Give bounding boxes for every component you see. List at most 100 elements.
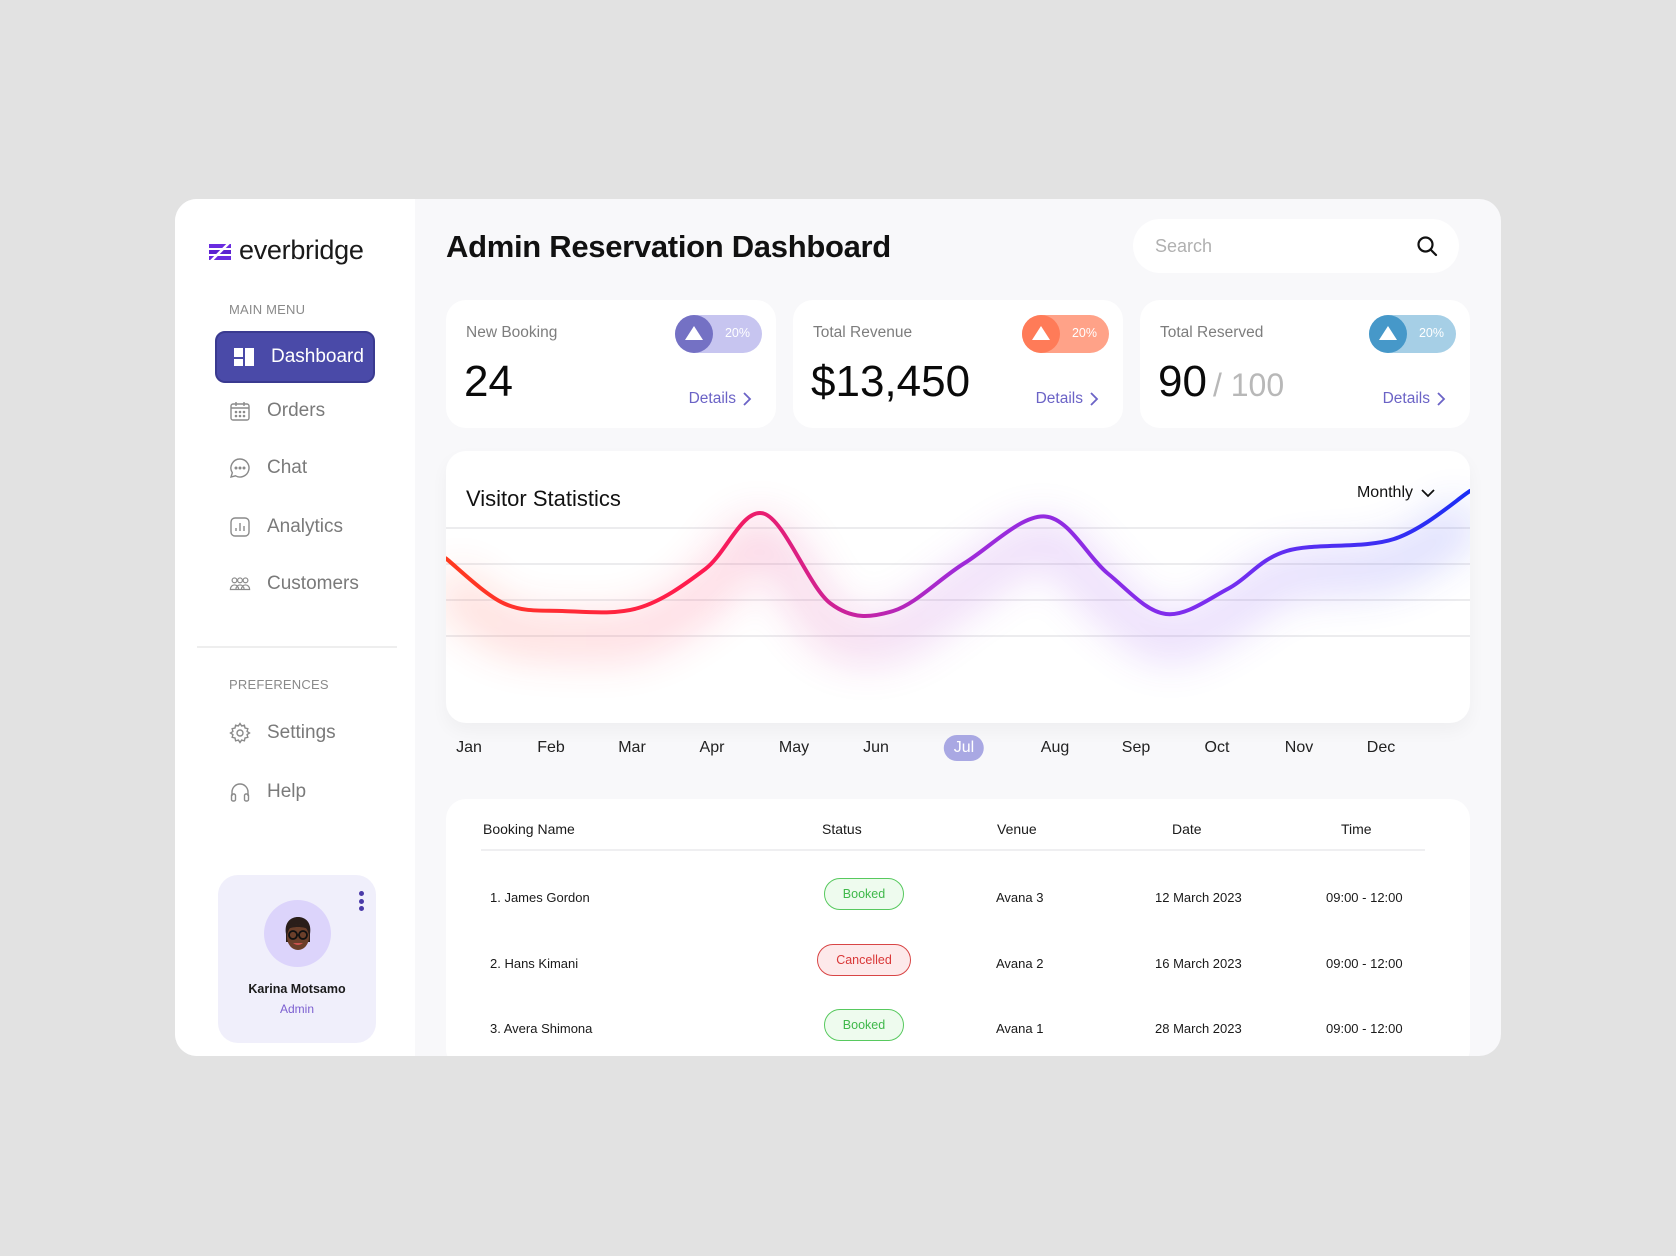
stat-value: $13,450 <box>811 357 970 407</box>
month-tick-feb[interactable]: Feb <box>527 735 575 761</box>
trend-percent: 20% <box>1071 326 1097 340</box>
data-point[interactable] <box>699 563 711 575</box>
profile-card: Karina Motsamo Admin <box>218 875 376 1043</box>
data-point[interactable] <box>959 557 971 569</box>
data-point[interactable] <box>887 605 899 617</box>
stat-number: 24 <box>464 357 513 406</box>
search-icon[interactable] <box>1415 234 1439 258</box>
bookings-table: Booking Name Status Venue Date Time 1. J… <box>446 799 1470 1056</box>
time: 09:00 - 12:00 <box>1326 890 1403 905</box>
main-content: Admin Reservation Dashboard New Booking … <box>415 199 1501 1056</box>
sidebar-item-label: Dashboard <box>271 346 364 367</box>
brand-logo[interactable]: everbridge <box>209 235 364 266</box>
page-title: Admin Reservation Dashboard <box>446 229 891 264</box>
more-options-icon[interactable] <box>358 891 364 911</box>
search-bar <box>1133 219 1459 273</box>
details-label: Details <box>688 390 736 407</box>
stat-card-total-revenue: Total Revenue $13,450 20% Details <box>793 300 1123 428</box>
table-row[interactable]: 2. Hans Kimani Cancelled Avana 2 16 Marc… <box>446 944 1470 984</box>
chat-icon <box>229 458 250 479</box>
brand-name: everbridge <box>239 235 364 265</box>
chart-title: Visitor Statistics <box>466 486 621 511</box>
avatar[interactable] <box>264 900 331 967</box>
search-input[interactable] <box>1155 235 1415 257</box>
sidebar-item-analytics[interactable]: Analytics <box>215 501 375 553</box>
sidebar-item-customers[interactable]: Customers <box>215 558 375 610</box>
month-tick-oct[interactable]: Oct <box>1195 735 1240 761</box>
month-tick-jan[interactable]: Jan <box>446 735 492 761</box>
sidebar-item-orders[interactable]: Orders <box>215 385 375 437</box>
trend-badge: 20% <box>1022 315 1109 353</box>
month-tick-sep[interactable]: Sep <box>1112 735 1160 761</box>
column-header-time[interactable]: Time <box>1341 821 1372 837</box>
month-tick-may[interactable]: May <box>769 735 819 761</box>
everbridge-logo-icon <box>209 239 232 262</box>
details-link[interactable]: Details <box>1036 390 1099 408</box>
profile-role: Admin <box>279 1002 314 1016</box>
sidebar-item-label: Settings <box>267 722 336 743</box>
date: 12 March 2023 <box>1155 890 1242 905</box>
data-point[interactable] <box>1039 511 1051 523</box>
data-point[interactable] <box>498 598 510 610</box>
status-badge: Cancelled <box>817 944 911 976</box>
stat-label: Total Reserved <box>1160 324 1264 341</box>
stat-label: Total Revenue <box>813 324 913 341</box>
dashboard-icon <box>234 348 254 366</box>
column-header-booking-name[interactable]: Booking Name <box>483 821 575 837</box>
booking-name: 3. Avera Shimona <box>490 1021 593 1036</box>
column-header-venue[interactable]: Venue <box>997 821 1037 837</box>
month-tick-dec[interactable]: Dec <box>1357 735 1405 761</box>
data-point[interactable] <box>556 605 568 617</box>
header-divider <box>481 849 1425 851</box>
sidebar-item-dashboard[interactable]: Dashboard <box>215 331 375 383</box>
profile-name: Karina Motsamo <box>248 982 346 996</box>
sidebar-item-chat[interactable]: Chat <box>215 442 375 494</box>
memoji-avatar-icon <box>285 916 310 950</box>
data-point[interactable] <box>1160 608 1172 620</box>
data-point[interactable] <box>1223 583 1235 595</box>
sidebar-item-help[interactable]: Help <box>215 766 375 818</box>
month-tick-jul[interactable]: Jul <box>943 735 985 761</box>
table-row[interactable]: 3. Avera Shimona Booked Avana 1 28 March… <box>446 1009 1470 1049</box>
stat-number: 90 <box>1158 357 1207 406</box>
booking-name: 2. Hans Kimani <box>490 956 579 971</box>
table-row[interactable]: 1. James Gordon Booked Avana 3 12 March … <box>446 878 1470 918</box>
month-tick-jun[interactable]: Jun <box>853 735 899 761</box>
stat-number: $13,450 <box>811 357 971 406</box>
headphones-icon <box>230 783 250 802</box>
month-tick-apr[interactable]: Apr <box>690 735 735 761</box>
details-link[interactable]: Details <box>689 390 752 408</box>
sidebar-divider <box>197 646 397 648</box>
sidebar-item-settings[interactable]: Settings <box>215 707 375 759</box>
data-point[interactable] <box>757 508 769 520</box>
chevron-right-icon <box>743 392 752 406</box>
month-tick-nov[interactable]: Nov <box>1275 735 1323 761</box>
chevron-right-icon <box>1090 392 1099 406</box>
calendar-icon <box>230 402 250 421</box>
month-tick-aug[interactable]: Aug <box>1031 735 1079 761</box>
booking-name: 1. James Gordon <box>490 890 590 905</box>
column-header-date[interactable]: Date <box>1172 821 1202 837</box>
data-point[interactable] <box>1102 568 1114 580</box>
column-header-status[interactable]: Status <box>822 821 862 837</box>
details-label: Details <box>1035 390 1083 407</box>
data-point[interactable] <box>1281 545 1293 557</box>
month-axis: Jan Feb Mar Apr May Jun Jul Aug Sep Oct Nov Dec <box>446 735 1470 765</box>
sidebar-item-label: Orders <box>267 400 326 421</box>
data-point[interactable] <box>825 598 837 610</box>
data-point[interactable] <box>1388 533 1400 545</box>
venue: Avana 1 <box>996 1021 1044 1036</box>
details-link[interactable]: Details <box>1383 390 1446 408</box>
sidebar-item-label: Customers <box>267 573 359 594</box>
trend-percent: 20% <box>724 326 750 340</box>
status-badge: Booked <box>824 878 904 910</box>
data-point[interactable] <box>632 602 644 614</box>
chevron-right-icon <box>1437 392 1446 406</box>
sidebar-item-label: Analytics <box>267 516 344 537</box>
month-tick-mar[interactable]: Mar <box>608 735 656 761</box>
period-dropdown[interactable]: Monthly <box>1357 484 1435 502</box>
trend-percent: 20% <box>1418 326 1444 340</box>
date: 16 March 2023 <box>1155 956 1242 971</box>
gear-icon <box>229 722 251 744</box>
customers-icon <box>229 577 251 591</box>
